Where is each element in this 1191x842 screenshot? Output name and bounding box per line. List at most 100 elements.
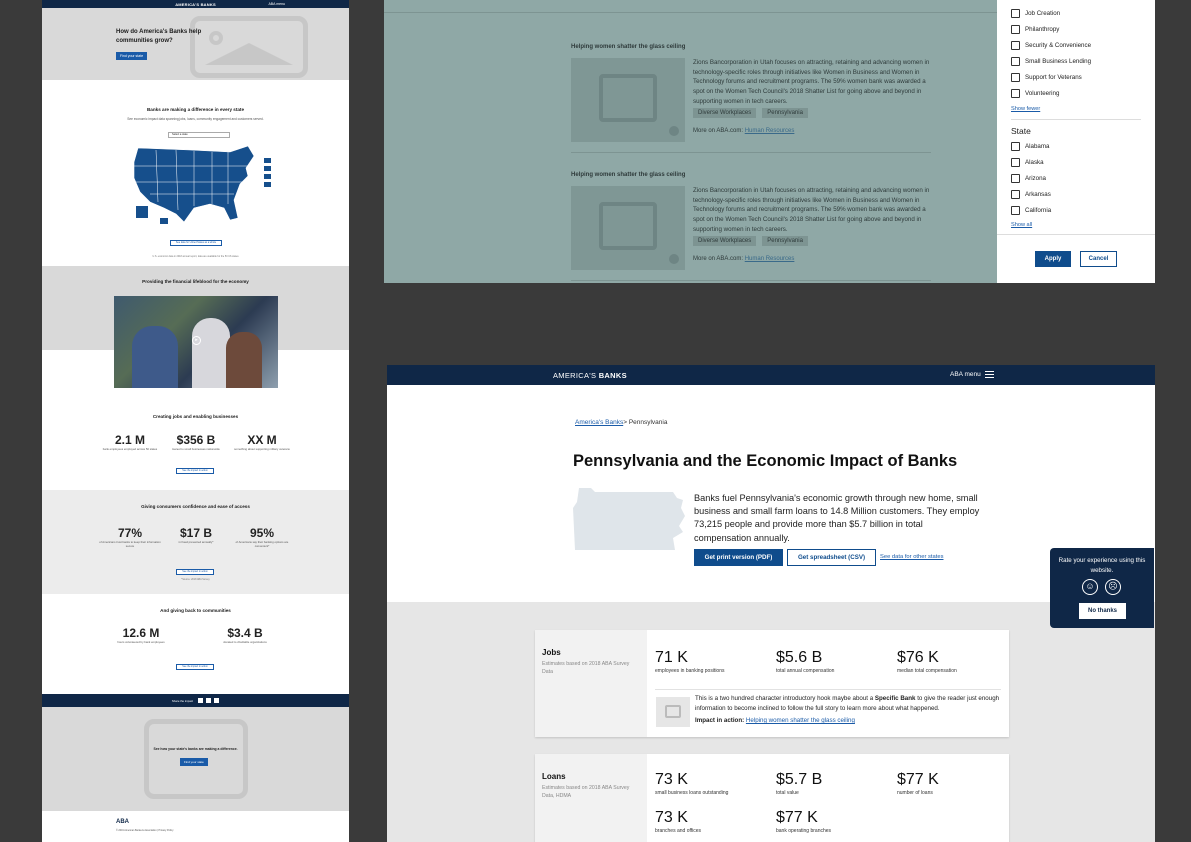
jobs-impact-button[interactable]: See the impact in action	[176, 468, 214, 474]
story-hook: This is a two hundred character introduc…	[655, 689, 1001, 731]
us-map[interactable]	[130, 142, 260, 226]
small-state-tile[interactable]	[264, 158, 271, 163]
twitter-icon[interactable]	[206, 698, 212, 703]
cta-section: See how your state's banks are making a …	[42, 707, 349, 811]
consumer-impact-button[interactable]: See the impact in action	[176, 569, 214, 575]
landing-hero: How do America's Banks help communities …	[42, 8, 349, 80]
zoom-icon[interactable]	[669, 126, 679, 136]
pdf-button[interactable]: Get print version (PDF)	[694, 549, 783, 566]
giving-section: And giving back to communities 12.6 Mhou…	[42, 594, 349, 694]
jobs-source-note: Estimates based on 2018 ABA Survey Data	[542, 661, 630, 675]
state-checkbox[interactable]: Arizona	[1011, 174, 1046, 183]
aba-logo[interactable]: ABA	[116, 819, 129, 825]
landing-nav: AMERICA'S BANKS ABA menu	[42, 0, 349, 8]
stat: 77% of Americans trust banks to keep thei…	[99, 526, 161, 548]
happy-face-icon[interactable]: ☺	[1082, 579, 1098, 595]
story-title[interactable]: Helping women shatter the glass ceiling	[571, 44, 931, 50]
topic-checkbox[interactable]: Security & Convenience	[1011, 41, 1091, 50]
state-checkbox[interactable]: Alabama	[1011, 142, 1049, 151]
consumer-section: Giving consumers confidence and ease of …	[42, 490, 349, 594]
stat: XX Msomething about supporting military …	[234, 433, 290, 451]
aba-menu-button[interactable]: ABA menu	[950, 371, 994, 378]
dimmed-overlay[interactable]: Helping women shatter the glass ceiling …	[384, 0, 997, 283]
footer-copyright: © 2019 American Bankers Association | Pr…	[116, 829, 174, 832]
small-state-tile[interactable]	[264, 174, 271, 179]
map-section: Banks are making a difference in every s…	[42, 80, 349, 266]
rating-prompt: Rate your experience using this website.	[1058, 557, 1146, 574]
map-footnote: U.S. economic data in 2018 annual report…	[152, 255, 239, 258]
story-tag[interactable]: Pennsylvania	[762, 108, 808, 118]
rating-widget: Rate your experience using this website.…	[1050, 548, 1154, 628]
story-title[interactable]: Helping women shatter the glass ceiling	[571, 172, 931, 178]
story-item: Helping women shatter the glass ceiling …	[571, 44, 931, 153]
impact-story-link[interactable]: Helping women shatter the glass ceiling	[746, 717, 855, 724]
csv-button[interactable]: Get spreadsheet (CSV)	[787, 549, 876, 566]
story-tag[interactable]: Pennsylvania	[762, 236, 808, 246]
metric: $5.6 Btotal annual compensation	[776, 649, 835, 674]
share-bar: Share the impact	[42, 694, 349, 707]
story-more-link[interactable]: Human Resources	[745, 256, 795, 262]
filter-screen-frame: Helping women shatter the glass ceiling …	[384, 0, 1155, 283]
state-select[interactable]: Select a state	[168, 132, 230, 138]
loans-heading: Loans	[542, 772, 566, 781]
jobs-heading: Jobs	[542, 648, 561, 657]
cancel-button[interactable]: Cancel	[1080, 251, 1117, 267]
topic-checkbox[interactable]: Job Creation	[1011, 9, 1060, 18]
facebook-icon[interactable]	[198, 698, 204, 703]
loans-card-sidebar: Loans Estimates based on 2018 ABA Survey…	[535, 754, 647, 842]
apply-button[interactable]: Apply	[1035, 251, 1071, 267]
cta-text: See how your state's banks are making a …	[153, 747, 238, 751]
us-data-button[interactable]: See data for United States as a whole	[170, 240, 222, 246]
state-page-logo[interactable]: AMERICA'S BANKS	[553, 371, 627, 380]
small-state-tile[interactable]	[264, 182, 271, 187]
pennsylvania-shape-icon	[573, 488, 685, 550]
video-section-title: Providing the financial lifeblood for th…	[142, 279, 249, 284]
landing-page-frame: AMERICA'S BANKS ABA menu How do America'…	[42, 0, 349, 842]
map-section-title: Banks are making a difference in every s…	[146, 107, 245, 112]
metric: $76 Kmedian total compensation	[897, 649, 957, 674]
surprised-face-icon[interactable]: ☹	[1105, 579, 1121, 595]
story-tag[interactable]: Diverse Workplaces	[693, 108, 757, 118]
state-checkbox[interactable]: Arkansas	[1011, 190, 1051, 199]
state-checkbox[interactable]: California	[1011, 206, 1051, 215]
story-more: More on ABA.com: Human Resources	[693, 128, 795, 134]
stat: $356 Bloaned to small businesses nationw…	[172, 433, 220, 451]
consumer-footnote: *Source: 2018 ABA Survey	[181, 578, 210, 581]
email-icon[interactable]	[214, 698, 220, 703]
cta-find-state-button[interactable]: Find your state	[180, 758, 208, 766]
story-image-icon[interactable]	[571, 186, 685, 270]
landing-menu-button[interactable]: ABA menu	[268, 2, 285, 6]
jobs-section: Creating jobs and enabling businesses 2.…	[42, 406, 349, 490]
video-section: Providing the financial lifeblood for th…	[42, 266, 349, 406]
jobs-card-sidebar: Jobs Estimates based on 2018 ABA Survey …	[535, 630, 647, 737]
breadcrumb-home-link[interactable]: America's Banks	[575, 419, 623, 426]
topic-checkbox[interactable]: Volunteering	[1011, 89, 1059, 98]
video-thumbnail[interactable]: ▸	[114, 296, 278, 388]
hero-title: How do America's Banks help communities …	[116, 29, 202, 44]
small-state-tile[interactable]	[264, 166, 271, 171]
metric: 71 Kemployees in banking positions	[655, 649, 725, 674]
intro-text: Banks fuel Pennsylvania's economic growt…	[694, 493, 980, 543]
topic-checkbox[interactable]: Small Business Lending	[1011, 57, 1091, 66]
show-all-link[interactable]: Show all	[1011, 222, 1032, 228]
topic-checkbox[interactable]: Philanthropy	[1011, 25, 1059, 34]
topic-checkbox[interactable]: Support for Veterans	[1011, 73, 1082, 82]
landing-logo[interactable]: AMERICA'S BANKS	[175, 2, 216, 7]
show-fewer-link[interactable]: Show fewer	[1011, 106, 1040, 112]
state-filter-heading: State	[1011, 126, 1031, 136]
metric: 73 Ksmall business loans outstanding	[655, 771, 729, 796]
landing-footer: ABA © 2019 American Bankers Association …	[42, 811, 349, 842]
no-thanks-button[interactable]: No thanks	[1079, 603, 1126, 619]
hamburger-icon[interactable]	[984, 371, 994, 378]
story-image-icon[interactable]	[571, 58, 685, 142]
hero-find-state-button[interactable]: Find your state	[116, 52, 148, 60]
drawer-actions: Apply Cancel	[997, 234, 1155, 283]
story-more-link[interactable]: Human Resources	[745, 128, 795, 134]
story-tag[interactable]: Diverse Workplaces	[693, 236, 757, 246]
stat: $3.4 Bdonated to charitable organization…	[223, 626, 267, 644]
play-icon[interactable]: ▸	[192, 336, 201, 345]
giving-impact-button[interactable]: See the impact in action	[176, 664, 214, 670]
state-checkbox[interactable]: Alaska	[1011, 158, 1044, 167]
other-states-link[interactable]: See data for other states	[880, 554, 943, 560]
zoom-icon[interactable]	[669, 254, 679, 264]
